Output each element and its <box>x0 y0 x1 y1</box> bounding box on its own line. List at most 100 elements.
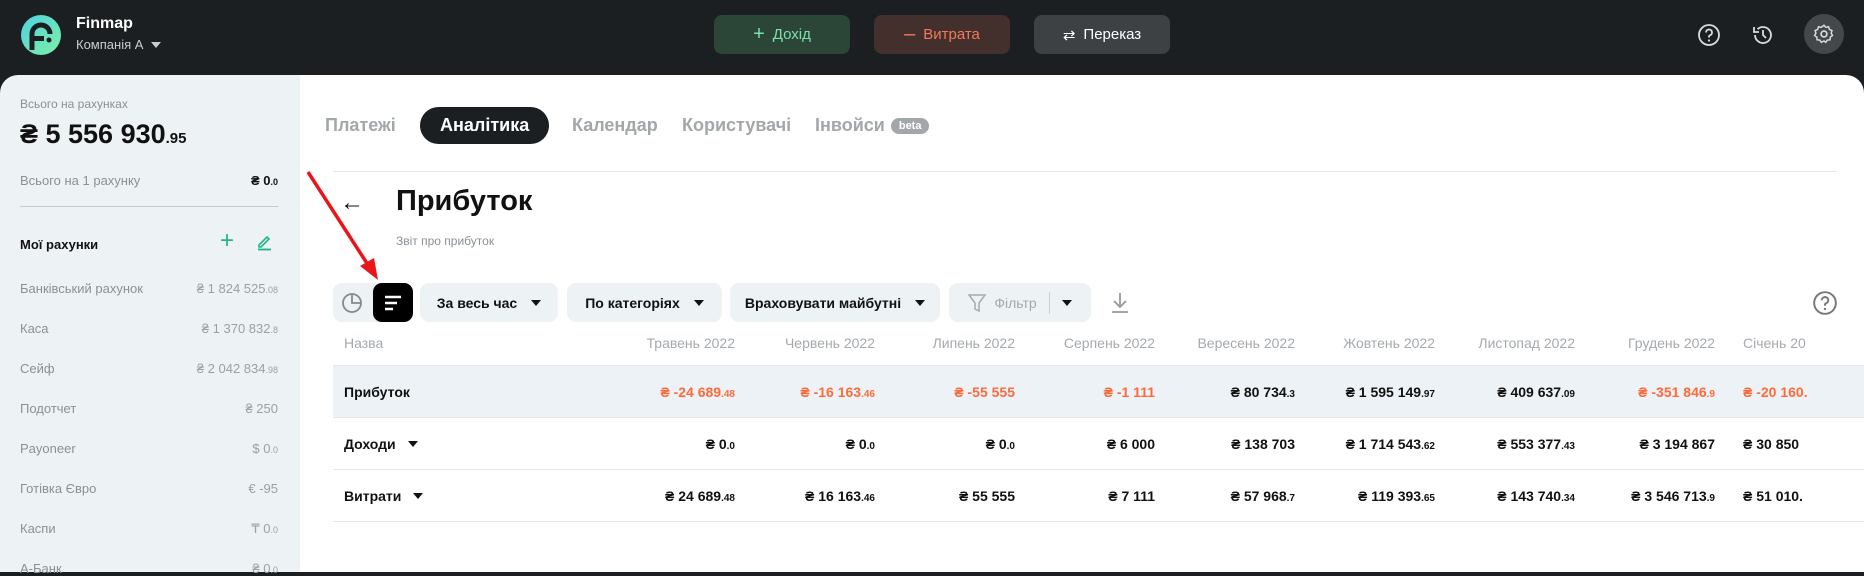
account-balance: ₴ 2 042 834.98 <box>196 361 278 376</box>
table-cell-amount: ₴ 30 850 <box>1743 435 1800 452</box>
accounts-sidebar: Всього на рахунках ₴ 5 556 930.95 Всього… <box>0 75 310 576</box>
table-row[interactable]: Доходи ₴ 0.0 ₴ 0.0 ₴ 0.0 ₴ 6 000 ₴ 138 703 ₴ 1… <box>333 418 1864 470</box>
table-row[interactable]: Прибуток ₴ -24 689.48 ₴ -16 163.46 ₴ -55 55… <box>333 366 1864 418</box>
account-item[interactable]: Банківський рахунок ₴ 1 824 525.08 <box>20 281 278 296</box>
column-header-month: Листопад 2022 <box>1478 334 1575 351</box>
transfer-label: Переказ <box>1083 26 1142 43</box>
account-name: Подотчет <box>20 401 77 416</box>
plus-icon: + <box>753 23 765 45</box>
settings-gear-icon[interactable] <box>1804 14 1844 54</box>
table-cell-amount: ₴ 409 637.09 <box>1497 383 1575 400</box>
add-expense-button[interactable]: – Витрата <box>874 15 1010 54</box>
table-cell-amount: ₴ 3 194 867 <box>1639 435 1715 452</box>
column-header-month: Липень 2022 <box>932 334 1015 351</box>
table-cell-amount: ₴ 3 546 713.9 <box>1631 487 1715 504</box>
table-row[interactable]: Витрати ₴ 24 689.48 ₴ 16 163.46 ₴ 55 555 ₴ 7… <box>333 470 1864 522</box>
chevron-down-icon[interactable] <box>1061 299 1072 306</box>
account-item[interactable]: Каса ₴ 1 370 832.8 <box>20 321 278 336</box>
future-dropdown[interactable]: Враховувати майбутні <box>730 283 940 322</box>
row-name[interactable]: Доходи <box>333 436 595 452</box>
account-item[interactable]: А-Банк ₴ 0.0 <box>20 561 278 576</box>
main-panel: Платежі Аналітика Календар Користувачі І… <box>300 75 1864 572</box>
grouping-dropdown[interactable]: По категоріях <box>567 283 722 322</box>
help-icon[interactable] <box>1696 22 1722 48</box>
table-cell-amount: ₴ 16 163.46 <box>805 487 875 504</box>
table-cell-amount: ₴ 0.0 <box>705 435 735 452</box>
expand-caret-icon[interactable] <box>413 492 424 499</box>
divider <box>333 171 1836 172</box>
table-cell-amount: ₴ 553 377.43 <box>1497 435 1575 452</box>
account-balance: ₸ 0.0 <box>251 521 278 536</box>
brand-name: Finmap <box>76 15 133 32</box>
tab-calendar[interactable]: Календар <box>572 115 658 136</box>
table-cell-amount: ₴ 138 703 <box>1231 435 1295 452</box>
list-lines-icon <box>385 295 401 310</box>
table-cell-amount: ₴ 119 393.65 <box>1358 487 1435 504</box>
add-income-button[interactable]: + Дохід <box>714 15 850 54</box>
table-cell-amount: ₴ 1 714 543.62 <box>1345 435 1435 452</box>
column-header-month: Вересень 2022 <box>1197 334 1295 351</box>
table-header: Назва Травень 2022 Червень 2022 Липень 202… <box>333 320 1864 366</box>
transfer-arrows-icon: ⇄ <box>1062 26 1076 44</box>
tab-invoices[interactable]: Інвойси beta <box>815 115 930 136</box>
history-icon[interactable] <box>1750 22 1776 48</box>
account-name: Каспи <box>20 521 56 536</box>
chevron-down-icon <box>531 299 542 306</box>
add-income-label: Дохід <box>772 26 811 43</box>
table-cell-amount: ₴ 143 740.34 <box>1497 487 1575 504</box>
table-cell-amount: ₴ 1 595 149.97 <box>1345 383 1435 400</box>
table-cell-amount: ₴ 7 111 <box>1108 487 1155 504</box>
account-item[interactable]: Подотчет ₴ 250 <box>20 401 278 416</box>
profit-table: Назва Травень 2022 Червень 2022 Липень 202… <box>333 320 1864 522</box>
tab-analytics[interactable]: Аналітика <box>420 107 550 144</box>
account-item[interactable]: Сейф ₴ 2 042 834.98 <box>20 361 278 376</box>
tab-payments[interactable]: Платежі <box>325 115 396 136</box>
company-selector[interactable]: Компанія А <box>76 37 162 52</box>
table-cell-amount: ₴ -20 160. <box>1743 383 1808 400</box>
divider <box>20 206 278 207</box>
table-cell-amount: ₴ 80 734.3 <box>1230 383 1295 400</box>
table-cell-amount: ₴ 0.0 <box>985 435 1015 452</box>
company-name: Компанія А <box>76 37 144 52</box>
account-balance: ₴ 1 370 832.8 <box>201 321 278 336</box>
account-item[interactable]: Payoneer $ 0.0 <box>20 441 278 456</box>
table-cell-amount: ₴ 57 968.7 <box>1230 487 1295 504</box>
transfer-button[interactable]: ⇄ Переказ <box>1034 15 1170 54</box>
back-arrow-icon[interactable]: ← <box>340 189 364 217</box>
account-item[interactable]: Готівка Євро € -95 <box>20 481 278 496</box>
help-icon[interactable] <box>1812 290 1838 316</box>
row-name: Прибуток <box>344 383 410 400</box>
total-label: Всього на рахунках <box>20 97 128 111</box>
table-cell-amount: ₴ -351 846.9 <box>1638 383 1715 400</box>
account-balance: € -95 <box>248 481 278 496</box>
table-cell-amount: ₴ 0.0 <box>845 435 875 452</box>
column-header-month: Січень 20 <box>1743 334 1806 351</box>
column-header-month: Травень 2022 <box>646 334 735 351</box>
finmap-logo <box>21 15 61 55</box>
account-balance: ₴ 1 824 525.08 <box>196 281 278 296</box>
table-cell-amount: ₴ 6 000 <box>1106 435 1155 452</box>
account-name: А-Банк <box>20 561 62 576</box>
beta-badge: beta <box>890 118 930 135</box>
account-name: Каса <box>20 321 49 336</box>
account-name: Payoneer <box>20 441 76 456</box>
tab-users[interactable]: Користувачі <box>682 115 791 136</box>
account-item[interactable]: Каспи ₸ 0.0 <box>20 521 278 537</box>
my-accounts-title: Мої рахунки <box>20 237 99 252</box>
table-cell-amount: ₴ -55 555 <box>954 383 1015 400</box>
period-dropdown[interactable]: За весь час <box>420 283 558 322</box>
row-name[interactable]: Витрати <box>333 488 595 504</box>
download-icon[interactable] <box>1110 291 1130 315</box>
pie-chart-view-icon[interactable] <box>337 288 367 318</box>
table-view-button[interactable] <box>373 283 413 322</box>
edit-accounts-icon[interactable] <box>255 233 273 251</box>
minus-icon: – <box>904 23 916 45</box>
account-balance: ₴ 0.0 <box>252 561 278 576</box>
account-balance: $ 0.0 <box>252 441 278 456</box>
filter-button[interactable]: Фільтр <box>949 283 1091 322</box>
view-toggle <box>333 283 413 322</box>
chevron-down-icon <box>915 299 926 306</box>
table-cell-amount: ₴ -1 111 <box>1103 383 1155 400</box>
add-account-icon[interactable]: + <box>220 227 234 255</box>
expand-caret-icon[interactable] <box>407 440 418 447</box>
